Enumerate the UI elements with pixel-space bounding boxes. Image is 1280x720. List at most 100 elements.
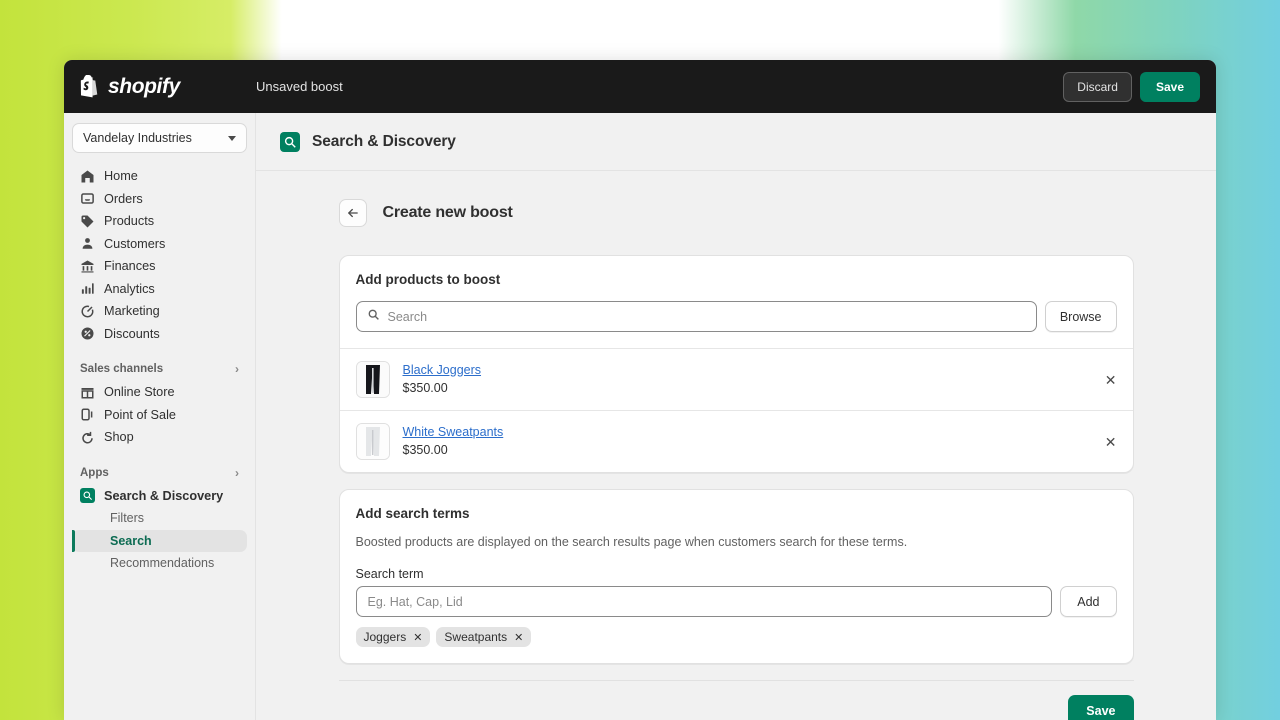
browser-window: shopify Unsaved boost Discard Save Vande… xyxy=(64,60,1216,720)
sidebar-item-products[interactable]: Products xyxy=(72,210,247,233)
search-term-input[interactable] xyxy=(355,586,1053,617)
sidebar: Vandelay Industries Home Orders Products… xyxy=(64,113,256,720)
apps-heading: Apps xyxy=(80,466,109,479)
product-search-input[interactable] xyxy=(387,309,1026,324)
sidebar-item-label: Marketing xyxy=(104,304,160,319)
product-search-field[interactable] xyxy=(355,301,1037,332)
orders-icon xyxy=(80,191,95,206)
sidebar-item-analytics[interactable]: Analytics xyxy=(72,278,247,301)
footer-actions: Save xyxy=(339,695,1134,720)
sidebar-item-home[interactable]: Home xyxy=(72,165,247,188)
remove-product-icon[interactable]: ✕ xyxy=(1105,373,1117,387)
add-products-card: Add products to boost Browse xyxy=(338,255,1134,473)
sidebar-item-label: Discounts xyxy=(104,326,160,341)
store-selector[interactable]: Vandelay Industries xyxy=(72,123,247,153)
search-term-label: Search term xyxy=(355,567,424,581)
page-header: Create new boost xyxy=(338,199,1134,227)
product-thumbnail-black-joggers xyxy=(355,361,390,398)
sidebar-item-label: Finances xyxy=(104,259,156,274)
sidebar-subitem-label: Filters xyxy=(110,511,145,526)
sidebar-item-point-of-sale[interactable]: Point of Sale xyxy=(72,404,247,427)
products-tag-icon xyxy=(80,214,95,229)
apps-section-header[interactable]: Apps › xyxy=(72,463,247,483)
product-link[interactable]: White Sweatpants xyxy=(403,425,504,439)
tag-label: Sweatpants xyxy=(444,630,508,644)
sidebar-item-label: Customers xyxy=(104,236,166,251)
sidebar-item-label: Products xyxy=(104,214,155,229)
product-link[interactable]: Black Joggers xyxy=(403,363,482,377)
sidebar-subitem-label: Search xyxy=(110,533,152,548)
unsaved-status-title: Unsaved boost xyxy=(256,79,343,94)
search-discovery-app-icon xyxy=(280,131,300,152)
sidebar-item-label: Shop xyxy=(104,430,134,445)
marketing-target-icon xyxy=(80,304,95,319)
sidebar-item-online-store[interactable]: Online Store xyxy=(72,381,247,404)
tag-joggers[interactable]: Joggers ✕ xyxy=(355,627,431,647)
remove-tag-icon[interactable]: ✕ xyxy=(514,631,523,644)
sidebar-item-label: Orders xyxy=(104,191,143,206)
top-bar: shopify Unsaved boost Discard Save xyxy=(64,60,1216,113)
sidebar-subitem-label: Recommendations xyxy=(110,556,215,571)
discounts-badge-icon xyxy=(80,326,95,341)
active-item-accent-bar xyxy=(72,529,75,552)
pos-icon xyxy=(80,407,95,422)
discard-button[interactable]: Discard xyxy=(1063,71,1132,102)
sidebar-item-label: Online Store xyxy=(104,385,175,400)
tag-sweatpants[interactable]: Sweatpants ✕ xyxy=(436,627,532,647)
chevron-right-icon: › xyxy=(235,465,239,480)
sidebar-item-shop[interactable]: Shop xyxy=(72,426,247,449)
product-info: White Sweatpants $350.00 xyxy=(403,425,504,459)
sidebar-item-label: Search & Discovery xyxy=(104,488,224,503)
topbar-actions: Discard Save xyxy=(1063,60,1200,113)
main-content: Search & Discovery Create new boost Add … xyxy=(256,113,1216,720)
sidebar-item-discounts[interactable]: Discounts xyxy=(72,323,247,346)
add-search-terms-card: Add search terms Boosted products are di… xyxy=(338,489,1134,664)
sidebar-item-orders[interactable]: Orders xyxy=(72,188,247,211)
shopify-wordmark: shopify xyxy=(108,74,180,98)
customers-person-icon xyxy=(80,236,95,251)
app-header: Search & Discovery xyxy=(256,113,1216,171)
save-button-top[interactable]: Save xyxy=(1139,71,1200,102)
search-term-row: Add xyxy=(355,586,1117,617)
footer-divider xyxy=(338,680,1134,681)
search-icon xyxy=(367,308,380,326)
sidebar-item-customers[interactable]: Customers xyxy=(72,233,247,256)
finances-bank-icon xyxy=(80,259,95,274)
sidebar-item-label: Analytics xyxy=(104,281,155,296)
sales-channels-heading: Sales channels xyxy=(80,363,164,375)
shop-icon xyxy=(80,430,95,445)
search-terms-help-text: Boosted products are displayed on the se… xyxy=(355,535,908,549)
save-button-bottom[interactable]: Save xyxy=(1068,695,1134,720)
product-search-row: Browse xyxy=(355,301,1117,332)
add-search-terms-title: Add search terms xyxy=(355,506,470,521)
sidebar-item-search-and-discovery[interactable]: Search & Discovery xyxy=(72,485,247,508)
store-icon xyxy=(80,385,95,400)
back-button[interactable] xyxy=(338,199,367,227)
sidebar-item-label: Home xyxy=(104,169,138,184)
sales-channels-section-header[interactable]: Sales channels › xyxy=(72,359,247,379)
sidebar-item-label: Point of Sale xyxy=(104,407,176,422)
sidebar-item-search[interactable]: Search xyxy=(72,529,247,552)
add-term-button[interactable]: Add xyxy=(1060,586,1117,617)
analytics-bars-icon xyxy=(80,281,95,296)
product-info: Black Joggers $350.00 xyxy=(403,363,482,397)
search-term-tags: Joggers ✕ Sweatpants ✕ xyxy=(355,627,1117,647)
sidebar-item-marketing[interactable]: Marketing xyxy=(72,300,247,323)
table-row: White Sweatpants $350.00 ✕ xyxy=(339,410,1133,472)
store-name: Vandelay Industries xyxy=(83,131,192,145)
sidebar-item-filters[interactable]: Filters xyxy=(72,507,247,530)
sidebar-item-finances[interactable]: Finances xyxy=(72,255,247,278)
table-row: Black Joggers $350.00 ✕ xyxy=(339,348,1133,410)
tag-label: Joggers xyxy=(363,630,407,644)
add-products-title: Add products to boost xyxy=(355,272,501,287)
page-wrapper: Create new boost Add products to boost S… xyxy=(256,171,1216,720)
remove-tag-icon[interactable]: ✕ xyxy=(413,631,422,644)
search-discovery-app-icon xyxy=(80,488,95,504)
chevron-right-icon: › xyxy=(235,362,239,376)
remove-product-icon[interactable]: ✕ xyxy=(1105,435,1117,449)
product-thumbnail-white-sweatpants xyxy=(355,423,390,460)
shopify-logo[interactable]: shopify xyxy=(64,73,256,99)
home-icon xyxy=(80,169,95,184)
sidebar-item-recommendations[interactable]: Recommendations xyxy=(72,552,247,575)
browse-button[interactable]: Browse xyxy=(1044,301,1117,332)
